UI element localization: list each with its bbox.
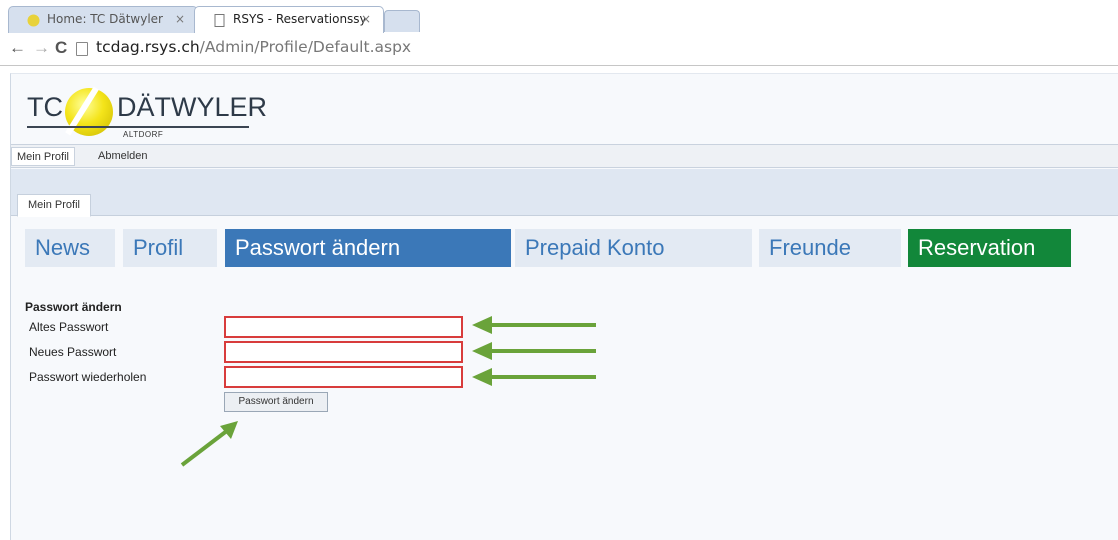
annotation-arrows xyxy=(180,316,596,467)
arrow-left-icon xyxy=(472,342,596,360)
arrow-left-icon xyxy=(472,316,596,334)
arrow-left-icon xyxy=(472,368,596,386)
arrow-up-right-icon xyxy=(180,421,238,467)
